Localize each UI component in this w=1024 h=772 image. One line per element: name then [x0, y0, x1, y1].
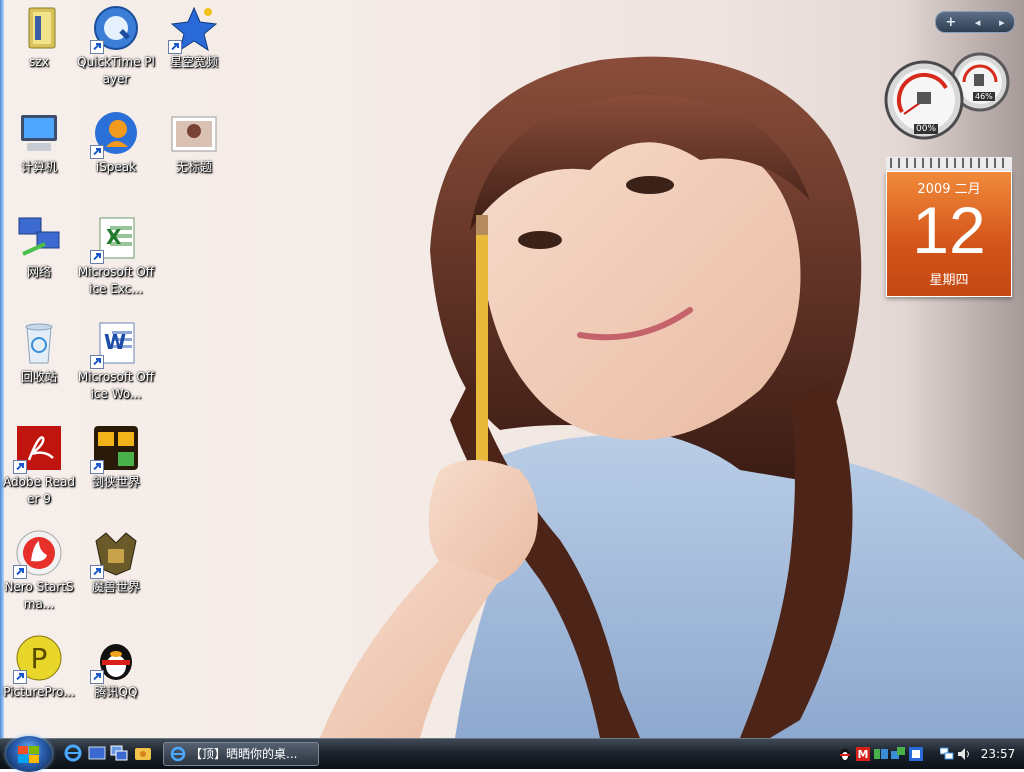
- network-tray-icon[interactable]: [891, 746, 905, 760]
- adobe-reader-icon: [13, 424, 63, 474]
- calendar-day: 12: [912, 193, 986, 267]
- calendar-binding-rings: [886, 157, 1012, 172]
- windows-logo-icon: [18, 746, 39, 763]
- desktop-icon-szx[interactable]: szx: [0, 4, 78, 71]
- desktop-icon-untitled[interactable]: 无标题: [155, 109, 233, 176]
- desktop-icon-label: 腾讯QQ: [94, 685, 138, 699]
- desktop-icon-jianxia[interactable]: 剑侠世界: [77, 424, 155, 491]
- volume-tray-icon[interactable]: [957, 746, 971, 760]
- start-button[interactable]: [6, 736, 52, 772]
- taskbar-window-title: 【顶】晒晒你的桌...: [190, 747, 298, 761]
- folder-icon: [15, 4, 63, 52]
- qq-penguin-icon: [90, 634, 140, 684]
- previous-page-button[interactable]: ◂: [975, 16, 981, 29]
- desktop-icon-label: iSpeak: [95, 160, 137, 174]
- ie-icon: [170, 746, 186, 762]
- recycle-bin-icon: [15, 319, 63, 367]
- quick-launch-folder-icon[interactable]: [134, 744, 152, 762]
- picturepro-icon: P: [13, 634, 63, 684]
- desktop-icon-quicktime[interactable]: QuickTime Player: [77, 4, 155, 88]
- desktop-icon-recycle-bin[interactable]: 回收站: [0, 319, 78, 386]
- network-icon: [15, 214, 63, 262]
- quicktime-icon: [90, 4, 140, 54]
- desktop-icon-label: Microsoft Office Wo...: [77, 370, 155, 401]
- nero-icon: [13, 529, 63, 579]
- desktop-icon-label: 计算机: [20, 160, 57, 174]
- image-file-icon: [170, 109, 218, 157]
- desktop-icon-xingkong[interactable]: 星空宽频: [155, 4, 233, 71]
- desktop-icon-word[interactable]: W Microsoft Office Wo...: [77, 319, 155, 403]
- desktop-icon-label: Adobe Reader 9: [3, 475, 75, 506]
- desktop-icon-label: QuickTime Player: [77, 55, 155, 86]
- shortcut-arrow-icon: [90, 460, 104, 474]
- desktop-icon-label: PicturePro...: [3, 685, 75, 699]
- calendar-gadget[interactable]: 2009 二月 12 星期四: [886, 157, 1012, 297]
- desktop-icon-label: 回收站: [20, 370, 57, 384]
- svg-text:M: M: [858, 748, 869, 761]
- next-page-button[interactable]: ▸: [999, 16, 1005, 29]
- svg-text:P: P: [31, 642, 48, 675]
- svg-text:X: X: [106, 225, 122, 249]
- desktop-icon-picturepro[interactable]: P PicturePro...: [0, 634, 78, 701]
- desktop-icon-network[interactable]: 网络: [0, 214, 78, 281]
- shortcut-arrow-icon: [90, 565, 104, 579]
- shortcut-arrow-icon: [90, 670, 104, 684]
- desktop-icon-label: 魔兽世界: [91, 580, 140, 594]
- desktop-icon-ispeak[interactable]: iSpeak: [77, 109, 155, 176]
- taskbar-clock[interactable]: 23:57: [978, 739, 1018, 769]
- m-tray-icon[interactable]: M: [856, 746, 870, 761]
- ispeak-icon: [90, 109, 140, 159]
- network-connection-tray-icon[interactable]: [939, 746, 954, 760]
- shortcut-arrow-icon: [90, 355, 104, 369]
- quick-launch-ie-icon[interactable]: [64, 744, 82, 762]
- excel-icon: X: [90, 214, 140, 264]
- taskbar-window-button[interactable]: 【顶】晒晒你的桌...: [163, 742, 319, 766]
- desktop-icon-label: 无标题: [175, 160, 212, 174]
- computer-icon: [15, 109, 63, 157]
- desktop-icon-label: 星空宽频: [169, 55, 218, 69]
- shortcut-arrow-icon: [90, 145, 104, 159]
- desktop-icon-label: 网络: [26, 265, 51, 279]
- calendar-weekday: 星期四: [929, 273, 969, 288]
- qq-tray-icon[interactable]: [838, 746, 852, 761]
- input-method-tray-icon[interactable]: [909, 746, 923, 761]
- calendar-page: 2009 二月 12 星期四: [886, 171, 1012, 297]
- taskbar: 【顶】晒晒你的桌... M 23:57: [0, 736, 1024, 772]
- desktop-icon-wow[interactable]: 魔兽世界: [77, 529, 155, 596]
- sidebar-controls: + ◂ ▸: [935, 11, 1015, 33]
- quick-launch-switch-windows-icon[interactable]: [110, 744, 128, 762]
- desktop-icon-adobe-reader[interactable]: Adobe Reader 9: [0, 424, 78, 508]
- shortcut-arrow-icon: [90, 40, 104, 54]
- shortcut-arrow-icon: [168, 40, 182, 54]
- add-gadget-button[interactable]: +: [945, 15, 956, 30]
- star-icon: [168, 4, 218, 54]
- desktop-icon-computer[interactable]: 计算机: [0, 109, 78, 176]
- shortcut-arrow-icon: [13, 670, 27, 684]
- memory-percent: 46%: [973, 92, 995, 101]
- shortcut-arrow-icon: [13, 565, 27, 579]
- quick-launch-show-desktop-icon[interactable]: [88, 744, 106, 762]
- desktop-icon-label: 剑侠世界: [91, 475, 140, 489]
- jianxia-game-icon: [90, 424, 140, 474]
- desktop-icon-nero[interactable]: Nero StartSma...: [0, 529, 78, 613]
- app-tray-icon[interactable]: [874, 746, 888, 760]
- desktop-icon-excel[interactable]: X Microsoft Office Exc...: [77, 214, 155, 298]
- wow-game-icon: [90, 529, 140, 579]
- desktop-icon-label: Microsoft Office Exc...: [77, 265, 155, 296]
- desktop-icon-qq[interactable]: 腾讯QQ: [77, 634, 155, 701]
- desktop-icon-label: Nero StartSma...: [4, 580, 74, 611]
- cpu-meter-gadget[interactable]: 00% 46%: [884, 52, 1014, 142]
- word-icon: W: [90, 319, 140, 369]
- svg-text:W: W: [104, 330, 126, 354]
- cpu-percent: 00%: [914, 124, 939, 134]
- desktop-icon-label: szx: [29, 55, 49, 69]
- shortcut-arrow-icon: [13, 460, 27, 474]
- shortcut-arrow-icon: [90, 250, 104, 264]
